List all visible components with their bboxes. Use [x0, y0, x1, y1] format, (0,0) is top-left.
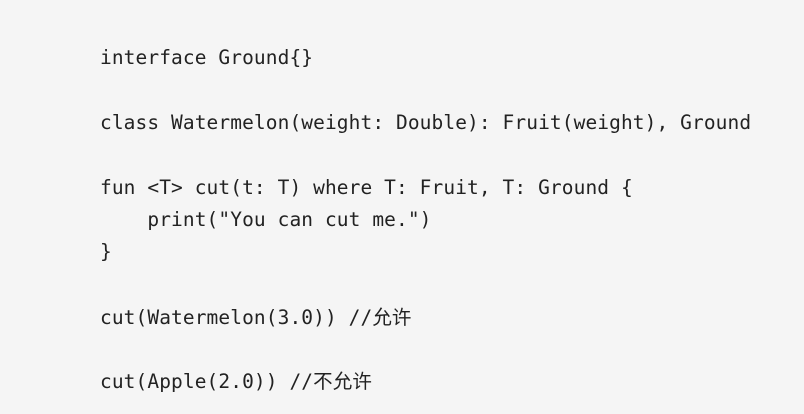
code-line-cut-watermelon: cut(Watermelon(3.0)) //允许: [100, 306, 412, 329]
code-line-fun-close: }: [100, 240, 112, 263]
code-line-cut-apple: cut(Apple(2.0)) //不允许: [100, 370, 372, 393]
code-line-interface: interface Ground{}: [100, 46, 314, 69]
code-line-fun-body: print("You can cut me."): [100, 208, 432, 231]
code-block: interface Ground{} class Watermelon(weig…: [0, 0, 804, 414]
code-line-fun-signature: fun <T> cut(t: T) where T: Fruit, T: Gro…: [100, 176, 633, 199]
code-line-class: class Watermelon(weight: Double): Fruit(…: [100, 111, 752, 134]
